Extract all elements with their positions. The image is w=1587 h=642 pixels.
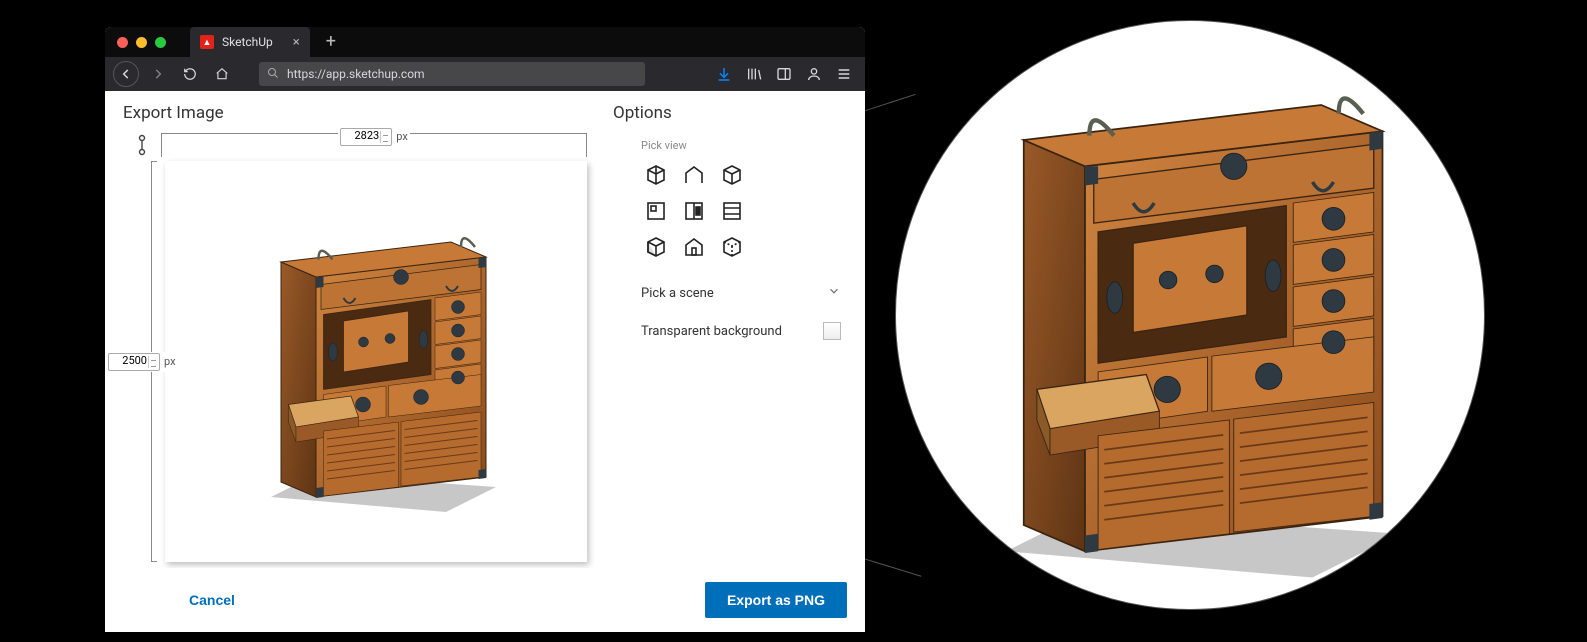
search-icon	[267, 67, 279, 82]
view-iso-shade-button[interactable]	[637, 230, 675, 264]
tab-bar: ▲ SketchUp × +	[105, 27, 865, 57]
view-front-button[interactable]	[637, 194, 675, 228]
tab-close-icon[interactable]: ×	[293, 35, 300, 50]
downloads-button[interactable]	[711, 61, 737, 87]
magnified-preview	[895, 20, 1485, 610]
reload-button[interactable]	[177, 61, 203, 87]
library-button[interactable]	[741, 61, 767, 87]
dialog-button-row: Cancel Export as PNG	[105, 568, 865, 632]
view-top-button[interactable]	[675, 158, 713, 192]
browser-toolbar: https://app.sketchup.com	[105, 57, 865, 91]
home-button[interactable]	[209, 61, 235, 87]
view-iso-hidden-button[interactable]	[713, 230, 751, 264]
url-bar[interactable]: https://app.sketchup.com	[259, 62, 645, 86]
export-button[interactable]: Export as PNG	[705, 582, 847, 618]
tab-title: SketchUp	[222, 35, 273, 49]
preview-canvas	[165, 161, 587, 562]
view-bottom-button[interactable]	[675, 230, 713, 264]
browser-tab-sketchup[interactable]: ▲ SketchUp ×	[190, 27, 310, 57]
view-back-button[interactable]	[713, 194, 751, 228]
magnified-model-cabinet	[930, 35, 1450, 595]
transparent-background-label: Transparent background	[641, 324, 782, 339]
menu-button[interactable]	[831, 61, 857, 87]
view-iso-button[interactable]	[637, 158, 675, 192]
window-maximize-button[interactable]	[155, 37, 166, 48]
back-button[interactable]	[113, 61, 139, 87]
transparent-background-row[interactable]: Transparent background	[613, 312, 847, 350]
new-tab-button[interactable]: +	[326, 33, 336, 51]
forward-button[interactable]	[145, 61, 171, 87]
view-right-button[interactable]	[675, 194, 713, 228]
export-title: Export Image	[123, 103, 587, 123]
pick-scene-label: Pick a scene	[641, 286, 714, 301]
view-iso-wire-button[interactable]	[713, 158, 751, 192]
pick-view-label: Pick view	[641, 139, 847, 152]
link-dimensions-icon[interactable]	[137, 134, 147, 160]
width-unit: px	[396, 130, 408, 143]
height-unit: px	[164, 355, 176, 368]
sketchup-favicon: ▲	[200, 35, 214, 49]
window-close-button[interactable]	[117, 37, 128, 48]
width-dimension-bar: 2823 px	[161, 133, 587, 157]
transparent-background-checkbox[interactable]	[823, 322, 841, 340]
height-input[interactable]: 2500	[108, 353, 160, 371]
url-text: https://app.sketchup.com	[287, 67, 425, 81]
account-button[interactable]	[801, 61, 827, 87]
pick-view-grid	[637, 158, 847, 264]
window-minimize-button[interactable]	[136, 37, 147, 48]
height-dimension-bar: 2500 px	[151, 161, 157, 562]
cancel-button[interactable]: Cancel	[183, 591, 241, 609]
browser-window: ▲ SketchUp × + https://app.sketchup.com	[105, 27, 865, 632]
sidebar-button[interactable]	[771, 61, 797, 87]
export-dialog: Export Image 2823 px	[105, 91, 865, 568]
chevron-down-icon	[827, 284, 841, 302]
width-input[interactable]: 2823	[340, 128, 392, 146]
pick-scene-row[interactable]: Pick a scene	[613, 274, 847, 312]
options-title: Options	[613, 103, 847, 123]
preview-model-cabinet	[236, 202, 516, 522]
